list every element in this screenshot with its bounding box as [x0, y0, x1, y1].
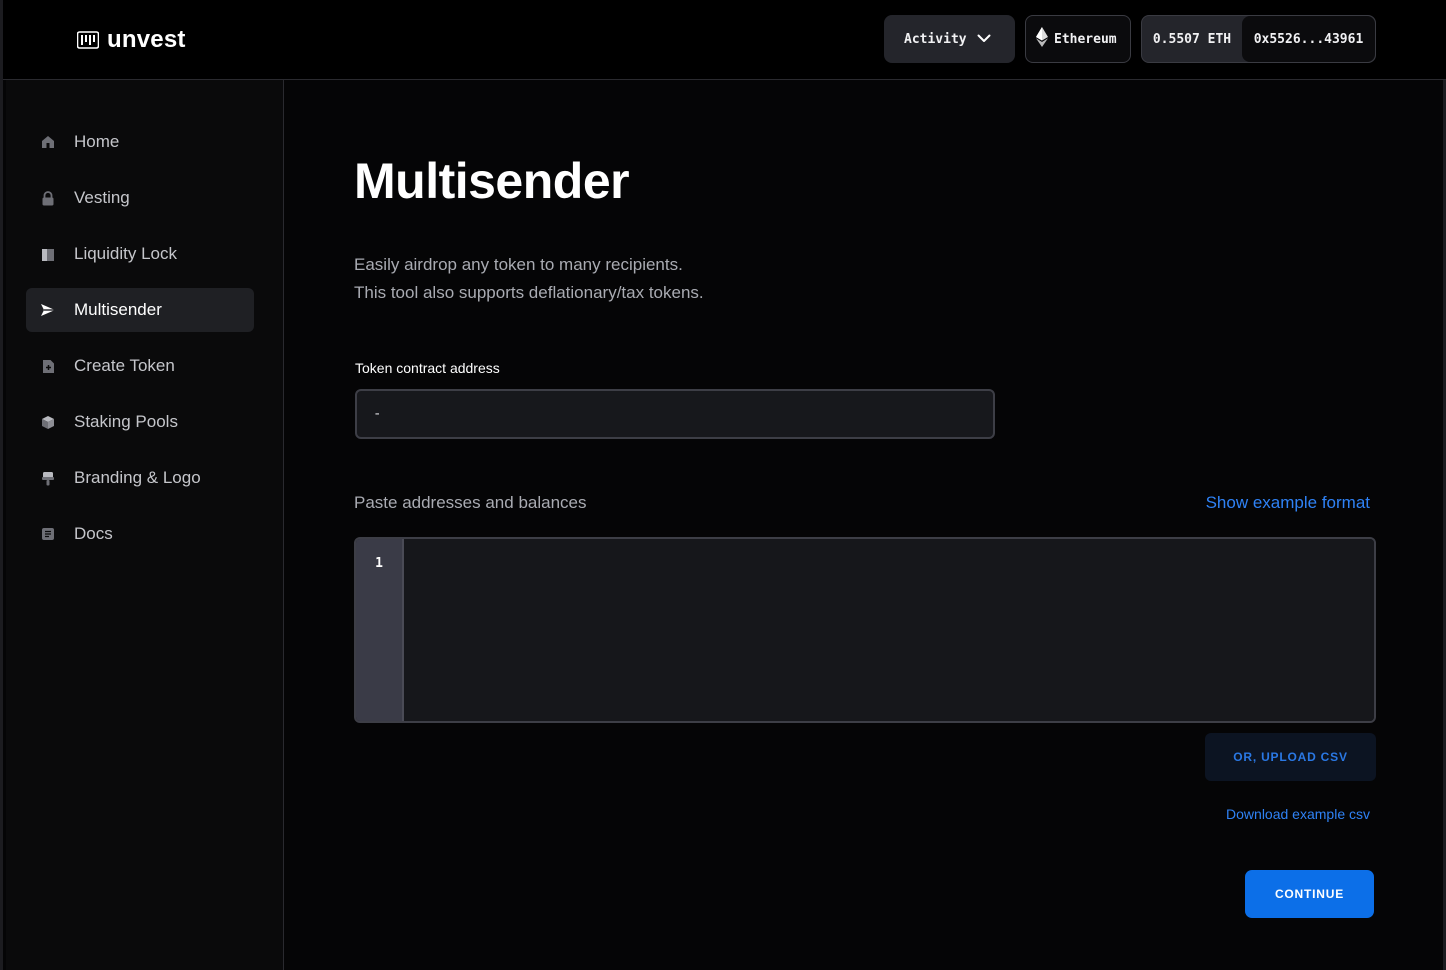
unvest-logo-icon: [76, 31, 100, 49]
sidebar-item-label: Vesting: [74, 188, 130, 207]
sidebar-item-branding-logo[interactable]: Branding & Logo: [26, 456, 254, 500]
logo[interactable]: unvest: [76, 26, 186, 54]
network-selector[interactable]: Ethereum: [1025, 15, 1131, 63]
wallet-address[interactable]: 0x5526...43961: [1242, 16, 1375, 62]
sidebar-item-label: Branding & Logo: [74, 468, 201, 487]
show-example-format-link[interactable]: Show example format: [1206, 493, 1370, 513]
upload-csv-button[interactable]: OR, UPLOAD CSV: [1205, 733, 1376, 781]
line-number: 1: [375, 556, 383, 571]
ethereum-icon: [1036, 27, 1048, 51]
activity-dropdown[interactable]: Activity: [884, 15, 1015, 63]
docs-icon: [40, 526, 56, 542]
liquidity-icon: [40, 246, 56, 262]
token-address-label: Token contract address: [355, 360, 500, 376]
sidebar: Home Vesting Liquidity Lock Multisender …: [6, 80, 284, 970]
paste-addresses-label: Paste addresses and balances: [354, 493, 587, 512]
page-description-line-1: Easily airdrop any token to many recipie…: [354, 255, 683, 274]
home-icon: [40, 134, 56, 150]
sidebar-item-docs[interactable]: Docs: [26, 512, 254, 556]
wallet-balance: 0.5507 ETH: [1152, 31, 1232, 47]
page-description-line-2: This tool also supports deflationary/tax…: [354, 283, 704, 302]
cube-icon: [40, 414, 56, 430]
sidebar-item-label: Multisender: [74, 300, 162, 319]
sidebar-item-vesting[interactable]: Vesting: [26, 176, 254, 220]
app-frame: unvest Activity Ethereum 0.5507 ETH 0x55…: [0, 0, 1446, 970]
send-icon: [40, 302, 56, 318]
sidebar-item-home[interactable]: Home: [26, 120, 254, 164]
download-example-csv-link[interactable]: Download example csv: [1226, 806, 1370, 822]
document-plus-icon: [40, 358, 56, 374]
line-number-gutter: 1: [356, 539, 404, 721]
sidebar-item-label: Docs: [74, 524, 113, 543]
addresses-textarea[interactable]: [404, 539, 1374, 721]
sidebar-item-liquidity-lock[interactable]: Liquidity Lock: [26, 232, 254, 276]
brush-icon: [40, 470, 56, 486]
activity-label: Activity: [904, 31, 967, 47]
sidebar-item-create-token[interactable]: Create Token: [26, 344, 254, 388]
sidebar-item-label: Staking Pools: [74, 412, 178, 431]
token-address-input[interactable]: [355, 389, 995, 439]
sidebar-item-staking-pools[interactable]: Staking Pools: [26, 400, 254, 444]
addresses-editor[interactable]: 1: [354, 537, 1376, 723]
lock-icon: [40, 190, 56, 206]
sidebar-item-multisender[interactable]: Multisender: [26, 288, 254, 332]
sidebar-item-label: Liquidity Lock: [74, 244, 178, 263]
chevron-down-icon: [977, 32, 991, 47]
top-header: unvest Activity Ethereum 0.5507 ETH 0x55…: [3, 0, 1446, 80]
continue-button[interactable]: CONTINUE: [1245, 870, 1374, 918]
page-title: Multisender: [354, 153, 630, 209]
sidebar-item-label: Home: [74, 132, 120, 151]
network-label: Ethereum: [1054, 31, 1117, 47]
wallet-button[interactable]: 0.5507 ETH 0x5526...43961: [1141, 15, 1376, 63]
sidebar-item-label: Create Token: [74, 356, 175, 375]
logo-text: unvest: [107, 26, 186, 53]
